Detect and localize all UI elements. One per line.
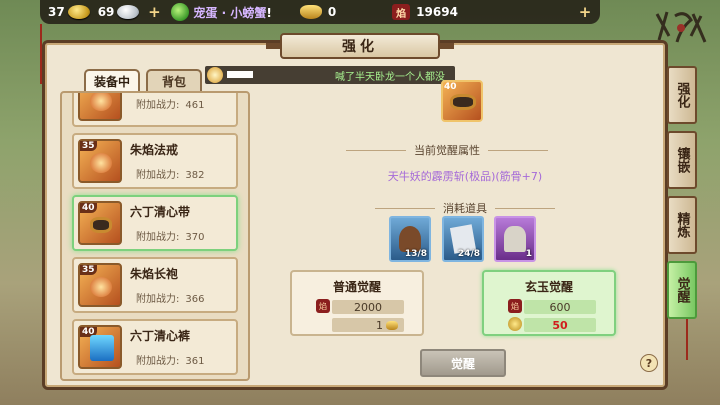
option-title: 普通觉醒 xyxy=(332,280,381,294)
silver-count: 69 xyxy=(97,5,115,19)
awaken-button[interactable]: 觉醒 xyxy=(420,349,506,377)
help-icon[interactable]: ? xyxy=(640,354,658,372)
gold-resource: 37 xyxy=(48,5,90,19)
ingot-count: 0 xyxy=(327,5,337,19)
chat-banner[interactable]: 喊了半天卧龙一个人都没 xyxy=(205,66,455,84)
ingot-icon xyxy=(299,5,322,19)
side-tab-enhance[interactable]: 强化 xyxy=(667,66,697,124)
normal-awaken-option[interactable]: 普通觉醒 焰 2000 1 xyxy=(290,270,424,336)
ring-icon: 35 xyxy=(78,139,122,183)
side-tab-inlay[interactable]: 镶嵌 xyxy=(667,131,697,189)
item-power: 附加战力: 370 xyxy=(136,232,205,243)
tab-backpack[interactable]: 背包 xyxy=(146,69,202,91)
seal-cost: 焰 2000 xyxy=(316,299,404,314)
current-item-slot[interactable]: 40 xyxy=(441,80,483,122)
list-item[interactable]: 35 朱焰长袍 附加战力: 366 xyxy=(72,257,238,313)
list-item[interactable]: 40 六丁清心裤 附加战力: 361 xyxy=(72,319,238,375)
jade-cost: 50 xyxy=(508,317,596,332)
item-name: 六丁清心裤 xyxy=(130,329,191,343)
speaker-avatar-icon xyxy=(207,67,223,83)
option-title: 玄玉觉醒 xyxy=(524,280,573,294)
current-awaken-attr: 天牛妖的霹雳斩(极品)(筋骨+7) xyxy=(387,170,543,183)
item-name: 六丁清心带 xyxy=(130,205,191,219)
gold-count: 37 xyxy=(48,5,65,19)
seal-icon: 焰 xyxy=(316,299,330,313)
list-item-selected[interactable]: 40 六丁清心带 附加战力: 370 xyxy=(72,195,238,251)
seal-icon: 焰 xyxy=(508,299,522,313)
belt-icon xyxy=(450,94,476,110)
gold-coin-icon xyxy=(67,5,90,19)
material-slot[interactable]: 24/8 xyxy=(442,216,484,262)
seal-cost: 焰 600 xyxy=(508,299,596,314)
item-power: 附加战力: 382 xyxy=(136,170,205,181)
silver-resource: 69 xyxy=(98,5,140,19)
side-tab-awaken[interactable]: 觉醒 xyxy=(667,261,697,319)
material-count: 13/8 xyxy=(404,249,427,259)
resource-bar: 37 69 + 宠蛋 · 小螃蟹! 0 焰 19694 + xyxy=(40,0,600,24)
material-slot[interactable]: 1 xyxy=(494,216,536,262)
item-name: 朱焰法戒 xyxy=(130,143,179,157)
side-tab-refine[interactable]: 精炼 xyxy=(667,196,697,254)
chat-message: 喊了半天卧龙一个人都没 xyxy=(335,71,445,83)
materials-heading: 消耗道具 xyxy=(367,200,563,216)
tab-equipped[interactable]: 装备中 xyxy=(84,69,140,91)
seal-icon: 焰 xyxy=(392,4,411,20)
pet-label[interactable]: 宠蛋 · 小螃蟹! xyxy=(193,4,271,21)
item-power: 附加战力: 361 xyxy=(136,356,205,367)
seal-count: 19694 xyxy=(416,5,458,19)
jade-coin-icon xyxy=(508,317,522,331)
attr-heading: 当前觉醒属性 xyxy=(338,142,556,158)
item-name: 朱焰长袍 xyxy=(130,267,179,281)
ingot-icon xyxy=(386,320,398,330)
equipment-list[interactable]: 附加战力: 461 35 朱焰法戒 附加战力: 382 40 六丁清心带 附加战力:… xyxy=(60,91,250,381)
material-count: 1 xyxy=(525,249,532,259)
item-power: 附加战力: 366 xyxy=(136,294,205,305)
silver-coin-icon xyxy=(117,5,140,19)
add-currency-button[interactable]: + xyxy=(147,3,161,21)
belt-icon: 40 xyxy=(78,201,122,245)
speaker-name-redacted xyxy=(227,71,253,78)
ingot-cost: 1 xyxy=(332,318,404,332)
item-power: 附加战力: 461 xyxy=(136,99,205,111)
material-slot[interactable]: 13/8 xyxy=(389,216,431,262)
pants-icon: 40 xyxy=(78,325,122,369)
jade-awaken-option[interactable]: 玄玉觉醒 焰 600 50 xyxy=(482,270,616,336)
panel-title: 强化 xyxy=(266,33,454,59)
list-item[interactable]: 35 朱焰法戒 附加战力: 382 xyxy=(72,133,238,189)
current-item-level: 40 xyxy=(444,82,457,92)
equipment-pouch-icon xyxy=(78,93,122,121)
add-seal-button[interactable]: + xyxy=(578,3,592,21)
robe-icon: 35 xyxy=(78,263,122,307)
pet-egg-icon[interactable] xyxy=(171,3,190,21)
material-count: 24/8 xyxy=(457,249,480,259)
helmet-material-icon xyxy=(504,226,526,252)
equipment-tabs: 装备中 背包 xyxy=(84,69,202,91)
list-item[interactable]: 附加战力: 461 xyxy=(72,93,238,127)
